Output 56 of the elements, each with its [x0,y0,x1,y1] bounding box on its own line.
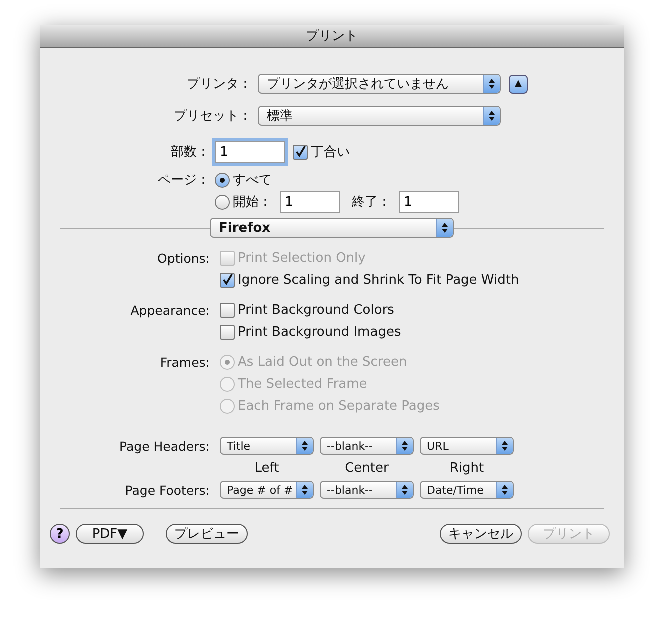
printer-popup[interactable]: プリンタが選択されていません [258,74,501,94]
headers-label: Page Headers: [118,438,210,454]
pdf-button[interactable]: PDF▼ [76,524,144,544]
stepper-arrows-icon [436,219,453,237]
to-field[interactable]: 1 [399,191,459,213]
printer-label: プリンタ： [186,76,252,93]
checkbox-label: Print Background Colors [238,302,394,318]
radio-label: The Selected Frame [238,376,368,392]
header-popup[interactable]: Title [220,437,314,455]
radio-label: Each Frame on Separate Pages [238,398,440,414]
footer-popup[interactable]: --blank-- [320,481,414,499]
cancel-button[interactable]: キャンセル [440,524,522,544]
radio-label: すべて [233,172,272,189]
preset-popup[interactable]: 標準 [258,106,501,126]
column-label: Right [448,460,486,476]
panel-popup[interactable]: Firefox [210,218,454,238]
checkbox[interactable] [220,272,235,288]
copies-label: 部数： [170,144,210,161]
preset-label: プリセット： [173,108,252,125]
pages-label: ページ： [157,172,210,189]
checkbox[interactable] [220,324,235,340]
stepper-arrows-icon [483,107,500,125]
collate-label: 丁合い [311,144,350,161]
checkbox[interactable] [220,302,235,318]
radio-button[interactable] [215,172,230,188]
collate-checkbox[interactable] [293,144,308,160]
footer-popup[interactable]: Page # of # [220,481,314,499]
collapse-button[interactable]: ▲ [509,74,528,94]
stepper-arrows-icon [396,438,413,454]
section-label: Appearance: [130,302,210,318]
copies-field[interactable]: 1 [215,141,285,163]
section-label: Frames: [159,354,210,370]
radio-label: As Laid Out on the Screen [238,354,408,370]
checkbox-label: Print Selection Only [238,250,366,266]
radio-button[interactable] [215,194,230,210]
from-field[interactable]: 1 [280,191,340,213]
window-title: プリント [306,28,358,45]
stepper-arrows-icon [483,75,500,93]
stepper-arrows-icon [496,482,513,498]
stepper-arrows-icon [296,438,313,454]
header-popup[interactable]: URL [420,437,514,455]
footer-popup[interactable]: Date/Time [420,481,514,499]
section-label: Options: [156,250,210,266]
preview-button[interactable]: プレビュー [166,524,248,544]
footers-label: Page Footers: [124,482,210,498]
stepper-arrows-icon [496,438,513,454]
help-button[interactable]: ? [50,524,70,544]
stepper-arrows-icon [296,482,313,498]
checkbox-label: Ignore Scaling and Shrink To Fit Page Width [238,272,520,288]
column-label: Center [344,460,390,476]
checkbox-label: Print Background Images [238,324,402,340]
to-label: 終了： [352,194,391,211]
stepper-arrows-icon [396,482,413,498]
header-popup[interactable]: --blank-- [320,437,414,455]
column-label: Left [254,460,280,476]
radio-label: 開始： [233,194,272,211]
